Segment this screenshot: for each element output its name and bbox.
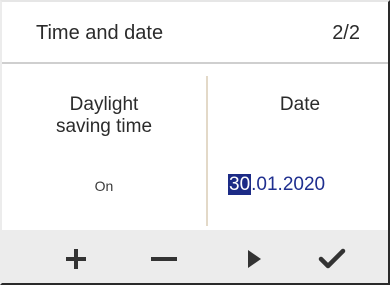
time-date-screen: Time and date 2/2 Daylight saving time O… (0, 0, 390, 285)
increase-button[interactable] (46, 230, 106, 283)
settings-content: Daylight saving time On Date 30.01.2020 (2, 64, 388, 229)
bottom-toolbar (2, 230, 388, 283)
daylight-saving-label-line1: Daylight (69, 94, 139, 115)
plus-icon (66, 248, 86, 269)
play-icon (248, 249, 261, 268)
minus-icon (151, 256, 177, 261)
date-column[interactable]: Date 30.01.2020 (208, 64, 388, 229)
date-label: Date (279, 94, 321, 115)
daylight-saving-label-line2: saving time (55, 116, 153, 137)
checkmark-icon (318, 248, 346, 268)
header: Time and date 2/2 (2, 2, 388, 64)
page-title: Time and date (36, 22, 164, 44)
date-value[interactable]: 30.01.2020 (228, 174, 325, 196)
daylight-saving-value[interactable]: On (2, 178, 206, 194)
confirm-button[interactable] (302, 230, 362, 283)
decrease-button[interactable] (134, 230, 194, 283)
date-day-selected[interactable]: 30 (228, 174, 252, 195)
daylight-saving-label: Daylight saving time (2, 94, 206, 138)
date-month-year[interactable]: .01.2020 (251, 174, 325, 195)
daylight-saving-column[interactable]: Daylight saving time On (2, 64, 206, 229)
next-button[interactable] (224, 230, 284, 283)
page-indicator: 2/2 (332, 22, 360, 44)
